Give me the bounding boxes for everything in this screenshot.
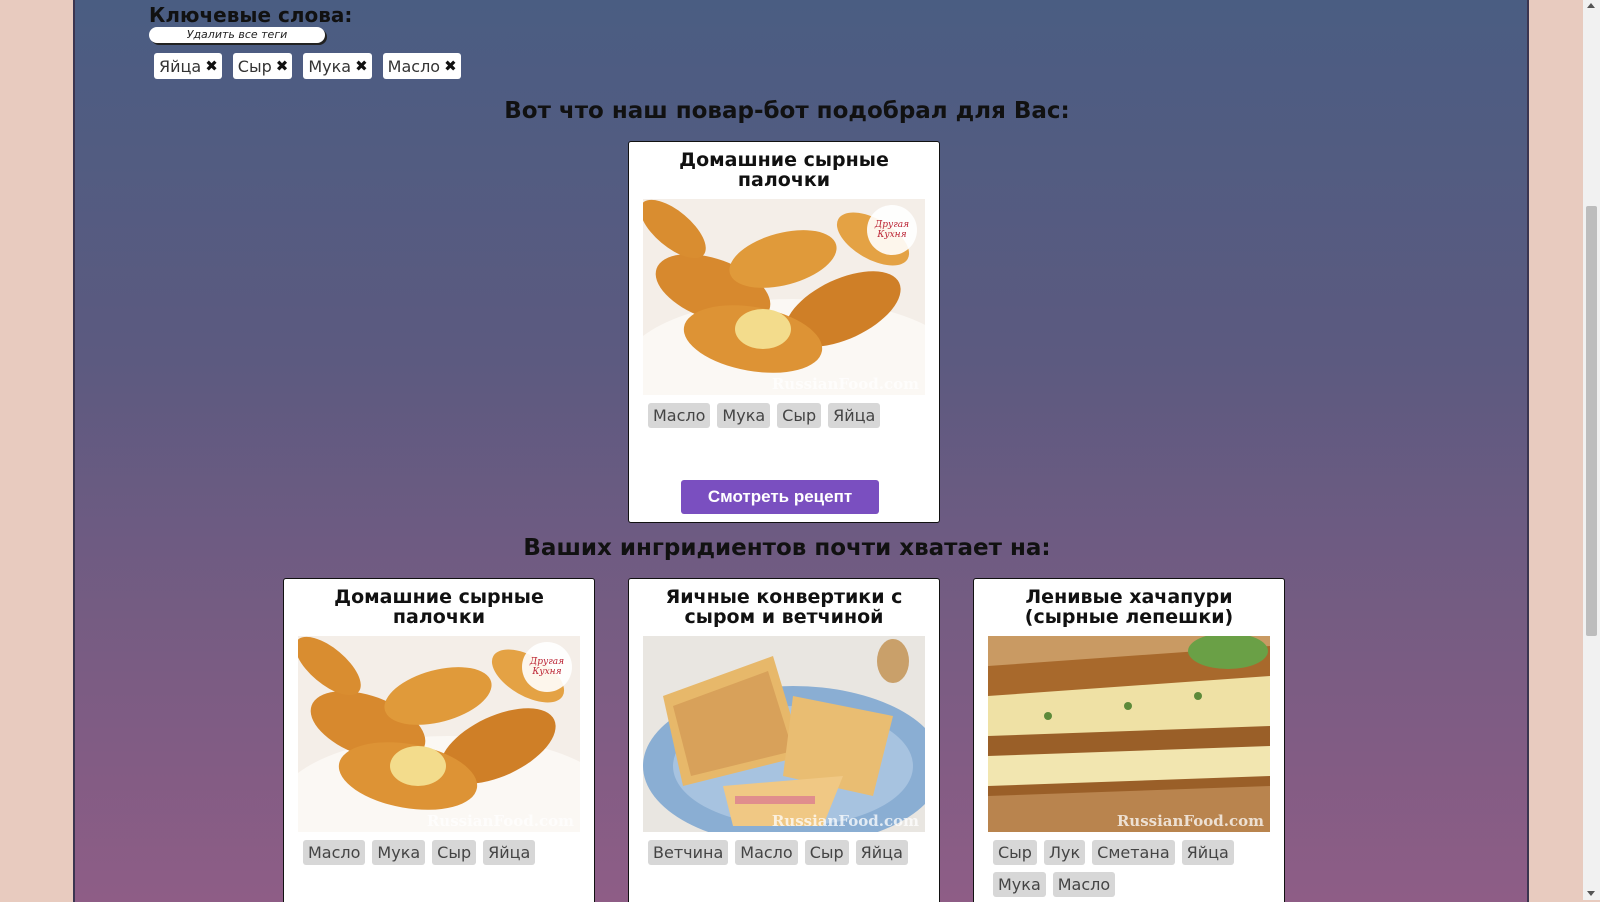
keywords-title: Ключевые слова: [149,3,353,27]
tag-label: Масло [387,56,441,76]
ingredient-tag: Яйца [828,403,881,428]
recipe-title: Яичные конвертики с сыром и ветчиной [665,586,903,628]
brand-badge: Другая Кухня [522,642,572,692]
main-panel: Ключевые слова: Удалить все теги Яйца ✖ … [73,0,1529,902]
vertical-scrollbar[interactable] [1583,0,1600,900]
recipe-title: Ленивые хачапури (сырные лепешки) [1024,586,1234,628]
ingredient-tag: Масло [1052,872,1116,897]
ingredient-tag: Сыр [993,840,1037,865]
image-watermark: RussianFood.com [771,375,919,393]
scrollbar-thumb[interactable] [1586,206,1597,636]
ingredient-tag: Сыр [804,840,849,865]
tag-chip: Масло ✖ [382,53,461,79]
recipe-title: Домашние сырные палочки [334,586,544,628]
tag-chip: Сыр ✖ [232,53,293,79]
ingredient-tag: Яйца [855,840,908,865]
ingredient-tag: Яйца [1181,840,1234,865]
scroll-down-arrow-icon[interactable] [1587,891,1595,896]
recipe-image[interactable]: Другая Кухня RussianFood.com [298,636,580,832]
ingredient-tag: Сыр [432,840,477,865]
ingredient-tag: Масло [303,840,366,865]
ingredient-tag: Сметана [1092,840,1175,865]
ingredient-list: Сыр Лук Сметана Яйца Мука Масло [974,832,1284,897]
image-watermark: RussianFood.com [771,812,919,830]
tag-chip: Мука ✖ [303,53,372,79]
recipe-card: Домашние сырные палочки Другая Кухня Rus… [283,578,595,902]
ingredient-list: Масло Мука Сыр Яйца [629,395,939,428]
ingredient-list: Масло Мука Сыр Яйца [284,832,594,865]
best-recipe-card: Домашние сырные палочки Другая Кухня Rus… [628,141,940,523]
ingredient-tag: Яйца [483,840,536,865]
recipe-card: Ленивые хачапури (сырные лепешки) Russia… [973,578,1285,902]
ingredient-tag: Мука [717,403,771,428]
ingredient-tag: Сыр [777,403,822,428]
ingredient-list: Ветчина Масло Сыр Яйца [629,832,939,865]
remove-tag-icon[interactable]: ✖ [355,57,368,75]
tag-list: Яйца ✖ Сыр ✖ Мука ✖ Масло ✖ [154,53,461,79]
remove-tag-icon[interactable]: ✖ [444,57,457,75]
image-watermark: RussianFood.com [1116,812,1264,830]
tag-label: Мука [308,56,352,76]
recipe-image[interactable]: Другая Кухня RussianFood.com [643,199,925,395]
ingredient-tag: Ветчина [648,840,729,865]
tag-chip: Яйца ✖ [154,53,222,79]
ingredient-tag: Масло [648,403,711,428]
ingredient-tag: Мука [372,840,426,865]
recipe-title: Домашние сырные палочки [679,149,889,191]
brand-badge: Другая Кухня [867,205,917,255]
ingredient-tag: Мука [993,872,1046,897]
remove-tag-icon[interactable]: ✖ [276,57,289,75]
ingredient-tag: Лук [1043,840,1086,865]
recipe-card: Яичные конвертики с сыром и ветчиной Rus… [628,578,940,902]
clear-tags-button[interactable]: Удалить все теги [149,27,325,43]
almost-match-heading: Ваших ингридиентов почти хватает на: [523,535,1051,561]
recipe-image[interactable]: RussianFood.com [643,636,925,832]
view-recipe-button[interactable]: Смотреть рецепт [681,480,879,514]
tag-label: Сыр [237,56,272,76]
scroll-up-arrow-icon[interactable] [1587,3,1595,8]
image-watermark: RussianFood.com [426,812,574,830]
tag-label: Яйца [159,56,202,76]
remove-tag-icon[interactable]: ✖ [205,57,218,75]
best-match-heading: Вот что наш повар-бот подобрал для Вас: [504,98,1070,124]
recipe-image[interactable]: RussianFood.com [988,636,1270,832]
ingredient-tag: Масло [735,840,798,865]
